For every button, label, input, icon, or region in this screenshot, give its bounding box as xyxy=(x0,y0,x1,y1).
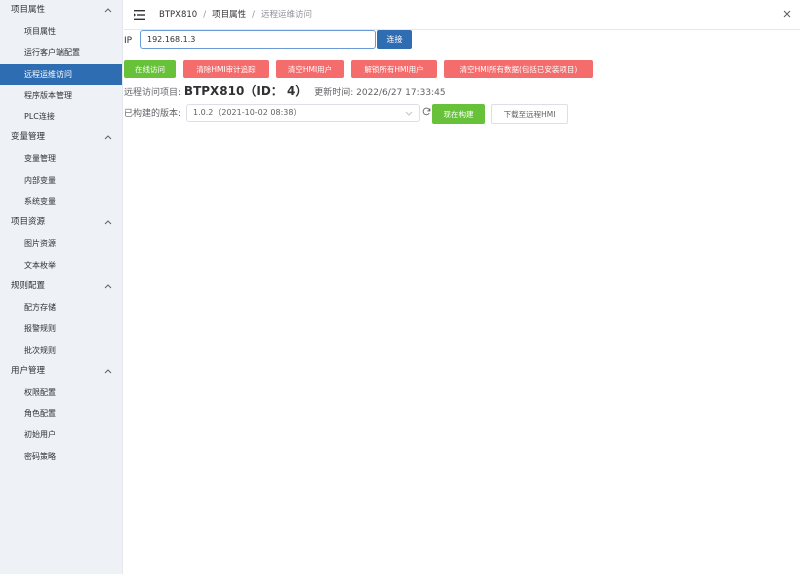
project-id: （ID： 4） xyxy=(244,84,308,98)
breadcrumb-parent[interactable]: 项目属性 xyxy=(212,10,246,20)
chevron-down-icon xyxy=(405,110,413,120)
updated-value: 2022/6/27 17:33:45 xyxy=(356,88,446,98)
sidebar-item-permission-config[interactable]: 权限配置 xyxy=(0,382,122,403)
refresh-icon[interactable] xyxy=(422,107,431,116)
sidebar-item-remote-maintenance[interactable]: 远程运维访问 xyxy=(0,63,122,85)
sidebar-item-role-config[interactable]: 角色配置 xyxy=(0,403,122,424)
breadcrumb: BTPX810 / 项目属性 / 远程运维访问 xyxy=(159,0,312,30)
sidebar-group-project-resources[interactable]: 项目资源 xyxy=(0,212,122,233)
sidebar-item-project-properties[interactable]: 项目属性 xyxy=(0,21,122,42)
chevron-up-icon xyxy=(103,361,113,382)
sidebar-item-alarm-rules[interactable]: 报警规则 xyxy=(0,318,122,339)
chevron-up-icon xyxy=(103,0,113,21)
sidebar-item-password-policy[interactable]: 密码策略 xyxy=(0,446,122,467)
sidebar-item-internal-variables[interactable]: 内部变量 xyxy=(0,170,122,191)
sidebar-group-user-management[interactable]: 用户管理 xyxy=(0,361,122,382)
sidebar-item-system-variables[interactable]: 系统变量 xyxy=(0,191,122,212)
sidebar: 项目属性 项目属性 运行客户端配置 远程运维访问 程序版本管理 PLC连接 变量… xyxy=(0,0,123,574)
sidebar-group-label: 项目属性 xyxy=(11,5,46,15)
online-access-button[interactable]: 在线访问 xyxy=(124,60,176,78)
sidebar-item-runtime-client-config[interactable]: 运行客户端配置 xyxy=(0,42,122,63)
connect-button[interactable]: 连接 xyxy=(377,30,412,49)
clear-hmi-users-button[interactable]: 清空HMI用户 xyxy=(276,60,344,78)
project-label: 远程访问项目: xyxy=(124,88,182,98)
version-select[interactable]: 1.0.2（2021-10-02 08:38） xyxy=(186,104,420,122)
sidebar-item-batch-rules[interactable]: 批次规则 xyxy=(0,340,122,361)
chevron-up-icon xyxy=(103,212,113,233)
sidebar-item-program-version[interactable]: 程序版本管理 xyxy=(0,85,122,106)
breadcrumb-separator: / xyxy=(252,10,255,20)
breadcrumb-current: 远程运维访问 xyxy=(260,10,312,20)
version-label: 已构建的版本: xyxy=(124,109,182,119)
close-icon[interactable] xyxy=(782,9,792,19)
sidebar-group-label: 用户管理 xyxy=(11,365,46,376)
menu-fold-icon[interactable] xyxy=(134,9,146,21)
chevron-up-icon xyxy=(103,127,113,148)
ip-label: IP xyxy=(124,36,133,46)
top-bar: BTPX810 / 项目属性 / 远程运维访问 xyxy=(124,0,800,30)
clear-all-hmi-data-button[interactable]: 清空HMI所有数据(包括已安装项目) xyxy=(444,60,593,78)
updated-label: 更新时间: xyxy=(314,88,354,98)
download-to-hmi-button[interactable]: 下载至远程HMI xyxy=(491,104,568,124)
sidebar-group-label: 变量管理 xyxy=(11,132,46,143)
unlock-hmi-users-button[interactable]: 解锁所有HMI用户 xyxy=(351,60,437,78)
sidebar-group-rule-config[interactable]: 规则配置 xyxy=(0,276,122,297)
clear-hmi-audit-button[interactable]: 清除HMI审计追踪 xyxy=(183,60,269,78)
build-now-button[interactable]: 现在构建 xyxy=(432,104,485,124)
breadcrumb-root[interactable]: BTPX810 xyxy=(159,10,197,20)
project-name: BTPX810 xyxy=(183,84,245,98)
version-selected-value: 1.0.2（2021-10-02 08:38） xyxy=(193,108,302,117)
breadcrumb-separator: / xyxy=(203,10,207,20)
sidebar-item-text-enums[interactable]: 文本枚举 xyxy=(0,255,122,276)
sidebar-item-plc-connection[interactable]: PLC连接 xyxy=(0,106,122,127)
sidebar-item-variable-management[interactable]: 变量管理 xyxy=(0,148,122,169)
sidebar-item-initial-users[interactable]: 初始用户 xyxy=(0,424,122,445)
main-content: IP 连接 在线访问 清除HMI审计追踪 清空HMI用户 解锁所有HMI用户 清… xyxy=(124,30,800,574)
sidebar-group-project-properties[interactable]: 项目属性 xyxy=(0,0,122,21)
sidebar-item-image-resources[interactable]: 图片资源 xyxy=(0,233,122,254)
ip-input[interactable] xyxy=(140,30,376,49)
sidebar-group-variable-management[interactable]: 变量管理 xyxy=(0,127,122,148)
sidebar-item-recipe-storage[interactable]: 配方存储 xyxy=(0,297,122,318)
project-info: 远程访问项目: BTPX810（ID： 4） 更新时间: 2022/6/27 1… xyxy=(124,83,446,101)
sidebar-group-label: 项目资源 xyxy=(11,217,46,228)
chevron-up-icon xyxy=(103,276,113,297)
sidebar-group-label: 规则配置 xyxy=(11,280,46,291)
